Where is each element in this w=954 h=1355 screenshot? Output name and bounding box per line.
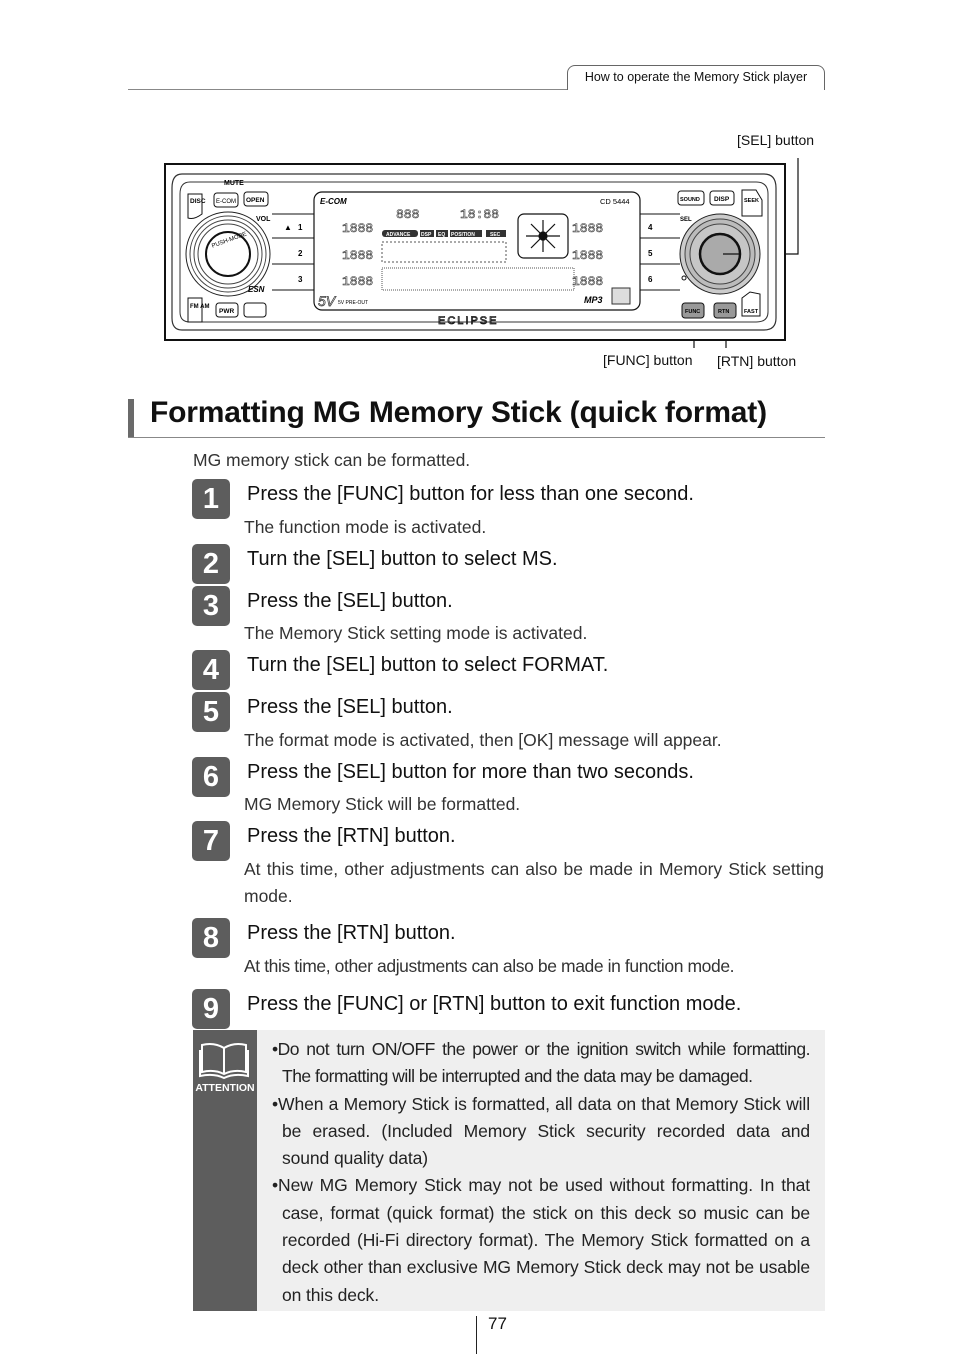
svg-text:1888: 1888 [342, 248, 373, 263]
step-4-badge: 4 [192, 650, 230, 690]
open-button[interactable]: OPEN [246, 197, 265, 204]
fast-button[interactable]: FAST [744, 309, 759, 315]
display-tag-sec: SEC [490, 232, 501, 238]
svg-text:5V: 5V [318, 293, 337, 309]
display-brand: E-COM [320, 197, 347, 206]
rtn-button[interactable]: RTN [718, 309, 729, 315]
fm-am-button[interactable]: FM AM [190, 304, 209, 310]
svg-text:▲: ▲ [284, 223, 292, 232]
svg-text:18:88: 18:88 [460, 207, 499, 222]
func-button[interactable]: FUNC [685, 309, 700, 315]
preset-3-button[interactable]: 3 [298, 275, 303, 284]
model-number: CD 5444 [600, 197, 630, 206]
disc-button[interactable]: DISC [190, 198, 206, 205]
disc-logo [611, 287, 631, 305]
step-2-text: Turn the [SEL] button to select MS. [247, 548, 558, 570]
step-3-badge: 3 [192, 586, 230, 626]
pwr-button[interactable]: PWR [219, 308, 234, 315]
intro-text: MG memory stick can be formatted. [193, 450, 471, 470]
vol-label: VOL [256, 216, 271, 223]
svg-text:1888: 1888 [572, 274, 603, 289]
step-1-text: Press the [FUNC] button for less than on… [247, 483, 694, 505]
open-book-icon [199, 1043, 249, 1080]
sound-button[interactable]: SOUND [680, 197, 700, 203]
step-4-text: Turn the [SEL] button to select FORMAT. [247, 654, 609, 676]
preset-1-button[interactable]: 1 [298, 223, 303, 232]
attention-item: •When a Memory Stick is formatted, all d… [272, 1093, 810, 1169]
page-number-rule [476, 1316, 477, 1354]
step-8-text: Press the [RTN] button. [247, 922, 456, 944]
display-tag-eq: EQ [438, 232, 445, 238]
pre-out-label: 5V PRE-OUT [338, 300, 368, 306]
eclipse-brand: ECLIPSE [438, 315, 498, 327]
preset-4-button[interactable]: 4 [648, 223, 653, 232]
page-number: 77 [488, 1314, 507, 1333]
preset-2-button[interactable]: 2 [298, 249, 303, 258]
disp-button[interactable]: DISP [714, 196, 730, 203]
mp3-logo: MP3 [584, 295, 603, 305]
step-7-text: Press the [RTN] button. [247, 825, 456, 847]
step-9-badge: 9 [192, 989, 230, 1029]
step-5-note: The format mode is activated, then [OK] … [244, 730, 722, 750]
step-9-text: Press the [FUNC] or [RTN] button to exit… [247, 993, 742, 1015]
svg-text:1888: 1888 [342, 221, 373, 236]
step-3-text: Press the [SEL] button. [247, 590, 453, 612]
car-stereo-illustration: MUTE DISC E-COM OPEN VOL PUSH-MODE ESN F… [164, 158, 799, 348]
step-2-badge: 2 [192, 544, 230, 584]
step-1-note: The function mode is activated. [244, 517, 487, 537]
page-title: Formatting MG Memory Stick (quick format… [150, 396, 767, 429]
step-7-note: At this time, other adjustments can also… [244, 859, 824, 906]
svg-text:1888: 1888 [342, 274, 373, 289]
title-rule [128, 437, 825, 438]
attention-item: •Do not turn ON/OFF the power or the ign… [272, 1039, 811, 1087]
step-6-badge: 6 [192, 757, 230, 797]
lcd-display: E-COM CD 5444 1888 1888 1888 888 18:88 1… [313, 191, 641, 311]
mute-label: MUTE [224, 180, 244, 187]
section-tab: How to operate the Memory Stick player [567, 65, 825, 90]
seek-button[interactable]: SEEK [744, 198, 759, 204]
display-tag-advance: ADVANCE [386, 232, 411, 238]
step-6-note: MG Memory Stick will be formatted. [244, 794, 521, 814]
step-7-badge: 7 [192, 821, 230, 861]
attention-list: •Do not turn ON/OFF the power or the ign… [272, 1036, 811, 1309]
step-8-badge: 8 [192, 918, 230, 958]
step-5-badge: 5 [192, 692, 230, 732]
func-button-callout: [FUNC] button [603, 352, 693, 368]
title-accent-bar [128, 399, 134, 438]
step-8-note: At this time, other adjustments can also… [244, 956, 735, 976]
sel-label: SEL [680, 217, 692, 223]
preset-6-button[interactable]: 6 [648, 275, 653, 284]
svg-text:1888: 1888 [572, 221, 603, 236]
attention-label: ATTENTION [195, 1082, 255, 1094]
svg-text:888: 888 [396, 207, 419, 222]
display-tag-position: POSITION [451, 232, 475, 238]
sel-button-callout: [SEL] button [737, 132, 815, 148]
preset-5-button[interactable]: 5 [648, 249, 653, 258]
ecom-button[interactable]: E-COM [216, 199, 236, 205]
display-tag-dsp: DSP [421, 232, 432, 238]
esn-label: ESN [248, 285, 265, 294]
sound-field-indicator [517, 213, 569, 259]
step-6-text: Press the [SEL] button for more than two… [247, 761, 694, 783]
attention-item: •New MG Memory Stick may not be used wit… [272, 1175, 810, 1305]
rtn-button-callout: [RTN] button [717, 353, 797, 369]
step-1-badge: 1 [192, 479, 230, 519]
step-5-text: Press the [SEL] button. [247, 696, 453, 718]
step-3-note: The Memory Stick setting mode is activat… [244, 623, 588, 643]
svg-text:1888: 1888 [572, 248, 603, 263]
